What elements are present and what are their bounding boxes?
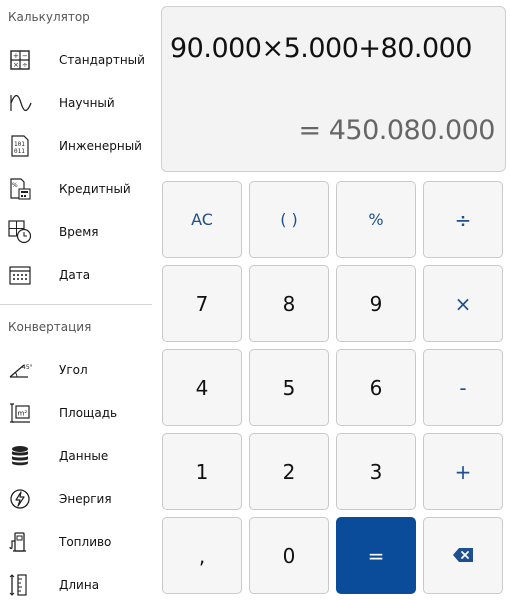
sidebar-item-fuel[interactable]: Топливо bbox=[0, 522, 150, 562]
sidebar-item-date[interactable]: Дата bbox=[0, 255, 150, 295]
svg-text:101: 101 bbox=[14, 141, 25, 148]
sidebar-item-label: Данные bbox=[59, 449, 109, 463]
sidebar-divider bbox=[0, 304, 152, 305]
svg-text:÷: ÷ bbox=[22, 61, 28, 69]
digit-0-button[interactable]: 0 bbox=[249, 517, 329, 594]
multiply-button[interactable]: × bbox=[423, 265, 503, 342]
fuel-pump-icon bbox=[8, 530, 32, 554]
sidebar-item-length[interactable]: Длина bbox=[0, 565, 150, 600]
svg-text:011: 011 bbox=[14, 148, 25, 155]
database-icon bbox=[8, 444, 32, 468]
binary-code-icon: 101 011 bbox=[8, 134, 32, 158]
digit-3-button[interactable]: 3 bbox=[336, 433, 416, 510]
digit-2-button[interactable]: 2 bbox=[249, 433, 329, 510]
sidebar-item-scientific[interactable]: Научный bbox=[0, 83, 150, 123]
standard-calculator-icon: + − × ÷ bbox=[8, 48, 32, 72]
sidebar-item-label: Кредитный bbox=[59, 182, 131, 196]
sidebar-item-standard[interactable]: + − × ÷ Стандартный bbox=[0, 40, 150, 80]
digit-1-button[interactable]: 1 bbox=[162, 433, 242, 510]
digit-8-button[interactable]: 8 bbox=[249, 265, 329, 342]
backspace-button[interactable] bbox=[423, 517, 503, 594]
digit-9-button[interactable]: 9 bbox=[336, 265, 416, 342]
time-calculator-icon bbox=[8, 220, 32, 244]
sidebar-item-data[interactable]: Данные bbox=[0, 436, 150, 476]
clear-button[interactable]: AC bbox=[162, 181, 242, 258]
ruler-icon bbox=[8, 573, 32, 597]
sidebar-item-energy[interactable]: Энергия bbox=[0, 479, 150, 519]
digit-5-button[interactable]: 5 bbox=[249, 349, 329, 426]
calculator-section-title: Калькулятор bbox=[8, 10, 90, 24]
sidebar-item-label: Энергия bbox=[59, 492, 112, 506]
sidebar-item-label: Угол bbox=[59, 363, 88, 377]
svg-text:m²: m² bbox=[18, 410, 28, 418]
sidebar-item-time[interactable]: Время bbox=[0, 212, 150, 252]
sidebar-item-engineering[interactable]: 101 011 Инженерный bbox=[0, 126, 150, 166]
svg-text:−: − bbox=[22, 52, 28, 60]
svg-text:×: × bbox=[13, 61, 19, 69]
sidebar-item-label: Время bbox=[59, 225, 99, 239]
sidebar-item-angle[interactable]: 45° Угол bbox=[0, 350, 150, 390]
sidebar-item-label: Дата bbox=[59, 268, 91, 282]
equals-button[interactable]: = bbox=[336, 517, 416, 594]
sidebar-item-label: Площадь bbox=[59, 406, 118, 420]
sidebar: Калькулятор + − × ÷ Стандартный Научный 101… bbox=[0, 0, 155, 600]
divide-button[interactable]: ÷ bbox=[423, 181, 503, 258]
conversion-section-title: Конвертация bbox=[8, 320, 92, 334]
result-text: = 450.080.000 bbox=[298, 115, 496, 146]
backspace-icon bbox=[452, 544, 474, 568]
calculator-display: 90.000×5.000+80.000 = 450.080.000 bbox=[161, 6, 506, 172]
loan-document-icon: % bbox=[8, 177, 32, 201]
sidebar-item-label: Инженерный bbox=[59, 139, 142, 153]
area-icon: m² bbox=[8, 401, 32, 425]
expression-text: 90.000×5.000+80.000 bbox=[170, 33, 473, 64]
subtract-button[interactable]: - bbox=[423, 349, 503, 426]
sidebar-item-area[interactable]: m² Площадь bbox=[0, 393, 150, 433]
parentheses-button[interactable]: ( ) bbox=[249, 181, 329, 258]
percent-button[interactable]: % bbox=[336, 181, 416, 258]
sidebar-item-label: Топливо bbox=[59, 535, 112, 549]
decimal-separator-button[interactable]: , bbox=[162, 517, 242, 594]
svg-text:+: + bbox=[13, 52, 19, 60]
digit-7-button[interactable]: 7 bbox=[162, 265, 242, 342]
digit-6-button[interactable]: 6 bbox=[336, 349, 416, 426]
svg-text:45°: 45° bbox=[22, 364, 32, 371]
add-button[interactable]: + bbox=[423, 433, 503, 510]
digit-4-button[interactable]: 4 bbox=[162, 349, 242, 426]
sidebar-item-label: Длина bbox=[59, 578, 100, 592]
sidebar-item-loan[interactable]: % Кредитный bbox=[0, 169, 150, 209]
sidebar-item-label: Стандартный bbox=[59, 53, 145, 67]
sidebar-item-label: Научный bbox=[59, 96, 115, 110]
energy-icon bbox=[8, 487, 32, 511]
scientific-wave-icon bbox=[8, 91, 32, 115]
calendar-icon bbox=[8, 263, 32, 287]
angle-icon: 45° bbox=[8, 358, 32, 382]
svg-text:%: % bbox=[12, 182, 18, 189]
